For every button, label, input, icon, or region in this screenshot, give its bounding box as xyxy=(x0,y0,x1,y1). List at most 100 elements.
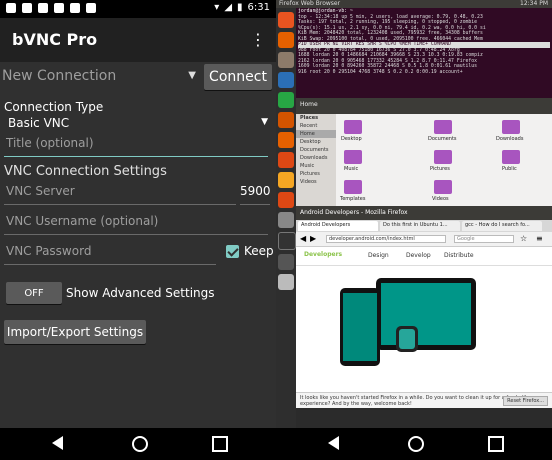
places-item[interactable]: Recent xyxy=(296,122,336,130)
places-item[interactable]: Desktop xyxy=(296,138,336,146)
firefox-toolbar: ◀ ▶ developer.android.com/index.html Goo… xyxy=(296,232,552,247)
recents-icon[interactable] xyxy=(212,436,228,452)
vnc-password-field[interactable]: VNC Password xyxy=(4,244,216,265)
site-nav-design[interactable]: Design xyxy=(368,252,389,259)
recents-icon[interactable] xyxy=(488,436,504,452)
connection-type-value: Basic VNC xyxy=(8,116,70,130)
forward-icon[interactable]: ▶ xyxy=(310,234,316,243)
hash-icon xyxy=(38,3,48,13)
places-item[interactable]: Downloads xyxy=(296,154,336,162)
notification-icons xyxy=(6,3,96,13)
connection-selector[interactable]: New Connection ▼ xyxy=(2,68,200,86)
folder-icon[interactable] xyxy=(344,180,362,194)
vnc-password-placeholder: VNC Password xyxy=(6,244,92,258)
folder-label: Downloads xyxy=(496,136,524,142)
advanced-settings-toggle[interactable]: OFF xyxy=(6,282,62,304)
ubuntu-top-bar: Firefox Web Browser 12:34 PM xyxy=(276,0,552,8)
connect-button[interactable]: Connect xyxy=(204,64,272,90)
folder-icon[interactable] xyxy=(502,150,520,164)
keep-password-checkbox[interactable] xyxy=(226,245,239,258)
places-item[interactable]: Music xyxy=(296,162,336,170)
reset-firefox-button[interactable]: Reset Firefox... xyxy=(503,396,548,406)
import-export-label: Import/Export Settings xyxy=(6,325,144,339)
folder-label: Videos xyxy=(432,196,449,202)
firefox-icon[interactable] xyxy=(278,32,294,48)
connection-type-label: Connection Type xyxy=(4,100,104,114)
vnc-port-value: 5900 xyxy=(240,184,271,198)
ubuntu-one-icon[interactable] xyxy=(278,152,294,168)
folder-label: Documents xyxy=(428,136,457,142)
remote-desktop-view[interactable]: Firefox Web Browser 12:34 PM jordan@jord… xyxy=(276,0,552,428)
browser-tab[interactable]: gcc - How do I search fo... xyxy=(462,221,542,231)
folder-icon[interactable] xyxy=(502,120,520,134)
workspace-icon[interactable] xyxy=(278,254,294,270)
impress-icon[interactable] xyxy=(278,112,294,128)
places-item[interactable]: Pictures xyxy=(296,170,336,178)
back-icon[interactable] xyxy=(328,436,344,452)
connection-selector-label: New Connection xyxy=(2,68,117,84)
calc-icon[interactable] xyxy=(278,92,294,108)
status-bar: ▾ ◢ ▮ 6:31 xyxy=(0,0,276,18)
connection-type-select[interactable]: Basic VNC ▼ xyxy=(4,116,270,132)
wifi-icon: ▾ xyxy=(214,2,220,13)
site-nav-develop[interactable]: Develop xyxy=(406,252,431,259)
folder-icon[interactable] xyxy=(344,120,362,134)
vnc-port-field[interactable]: 5900 xyxy=(240,184,271,205)
places-label: Places xyxy=(300,115,319,121)
home-icon[interactable] xyxy=(408,436,424,452)
terminal-icon[interactable] xyxy=(278,232,296,250)
browser-tab[interactable]: Android Developers xyxy=(298,221,378,231)
files-grid: Desktop Documents Downloads Music Pictur… xyxy=(338,116,550,204)
star-icon[interactable]: ☆ xyxy=(520,234,527,243)
android-developers-logo[interactable]: Developers xyxy=(304,251,342,258)
title-field[interactable]: Title (optional) xyxy=(4,136,268,157)
files-window[interactable]: Home Places Recent Home Desktop Document… xyxy=(296,98,552,206)
amazon-icon[interactable] xyxy=(278,172,294,188)
cloud-icon xyxy=(22,3,32,13)
watch-illustration xyxy=(396,326,418,352)
vnc-username-placeholder: VNC Username (optional) xyxy=(6,214,159,228)
places-item[interactable]: Documents xyxy=(296,146,336,154)
menu-icon[interactable]: ≡ xyxy=(536,234,543,243)
title-placeholder: Title (optional) xyxy=(6,136,94,150)
firefox-window[interactable]: Android Developers - Mozilla Firefox And… xyxy=(296,206,552,408)
overflow-menu-icon[interactable]: ⋮ xyxy=(250,30,266,49)
folder-label: Desktop xyxy=(341,136,362,142)
folder-icon[interactable] xyxy=(434,150,452,164)
browser-tab[interactable]: Do this first in Ubuntu 1... xyxy=(380,221,460,231)
update-icon[interactable] xyxy=(278,274,294,290)
terminal-window[interactable]: jordan@jordan-vb: ~ top - 12:34:18 up 5 … xyxy=(296,8,552,98)
folder-label: Music xyxy=(344,166,359,172)
settings-icon[interactable] xyxy=(278,212,294,228)
chevron-down-icon: ▼ xyxy=(261,117,268,127)
search-box[interactable]: Google xyxy=(454,235,514,243)
folder-icon[interactable] xyxy=(434,180,452,194)
ubuntu-one-music-icon[interactable] xyxy=(278,192,294,208)
back-icon[interactable] xyxy=(52,436,68,452)
firefox-title: Android Developers - Mozilla Firefox xyxy=(296,206,552,220)
system-status: ▾ ◢ ▮ 6:31 xyxy=(214,2,270,13)
places-item[interactable]: Videos xyxy=(296,178,336,186)
vnc-username-field[interactable]: VNC Username (optional) xyxy=(4,214,268,235)
software-center-icon[interactable] xyxy=(278,132,294,148)
site-nav-distribute[interactable]: Distribute xyxy=(444,252,474,259)
battery-icon: ▮ xyxy=(237,2,243,13)
ubuntu-dash-icon[interactable] xyxy=(278,12,294,28)
folder-icon[interactable] xyxy=(434,120,452,134)
writer-icon[interactable] xyxy=(278,72,294,88)
places-item[interactable]: Home xyxy=(296,130,336,138)
folder-label: Pictures xyxy=(430,166,450,172)
ubuntu-clock: 12:34 PM xyxy=(520,0,548,7)
firefox-tab-strip: Android Developers Do this first in Ubun… xyxy=(296,220,552,232)
phone-illustration xyxy=(340,288,380,366)
import-export-button[interactable]: Import/Export Settings xyxy=(4,320,146,344)
android-icon xyxy=(70,3,80,13)
url-bar[interactable]: developer.android.com/index.html xyxy=(326,235,446,243)
files-icon[interactable] xyxy=(278,52,294,68)
folder-icon[interactable] xyxy=(344,150,362,164)
vnc-section-label: VNC Connection Settings xyxy=(4,164,167,179)
home-icon[interactable] xyxy=(132,436,148,452)
vnc-server-field[interactable]: VNC Server xyxy=(4,184,236,205)
clock: 6:31 xyxy=(247,2,270,13)
back-icon[interactable]: ◀ xyxy=(300,234,306,243)
